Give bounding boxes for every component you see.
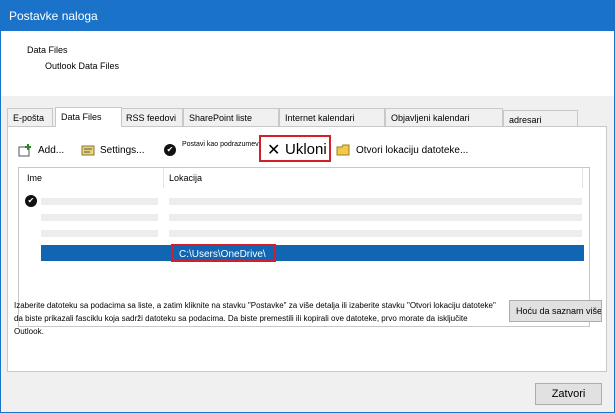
name-placeholder bbox=[41, 230, 158, 237]
add-button[interactable]: Add... bbox=[18, 141, 64, 159]
tab-email[interactable]: E-pošta bbox=[7, 108, 53, 126]
list-item[interactable] bbox=[19, 210, 589, 224]
window-title: Postavke naloga bbox=[9, 9, 98, 23]
name-placeholder bbox=[41, 198, 158, 205]
settings-icon bbox=[80, 143, 96, 157]
column-header-location[interactable]: Lokacija bbox=[169, 168, 202, 188]
tab-data-files[interactable]: Data Files bbox=[55, 107, 122, 127]
list-item[interactable]: ✔ bbox=[19, 194, 589, 208]
open-location-label: Otvori lokaciju datoteke... bbox=[356, 144, 469, 156]
check-icon: ✔ bbox=[164, 144, 176, 156]
add-file-icon bbox=[18, 143, 34, 157]
header-title: Data Files bbox=[27, 45, 68, 55]
learn-more-button[interactable]: Hoću da saznam više... bbox=[509, 300, 602, 322]
tab-rss-feeds[interactable]: RSS feedovi bbox=[120, 108, 183, 126]
settings-button[interactable]: Settings... bbox=[80, 141, 144, 159]
set-default-label: Postavi kao podrazumevano bbox=[182, 140, 271, 148]
selected-location: C:\Users\OneDrive\ bbox=[171, 244, 276, 262]
account-settings-window: Postavke naloga Data Files Outlook Data … bbox=[0, 0, 615, 413]
header-subtitle: Outlook Data Files bbox=[45, 61, 120, 71]
folder-icon bbox=[336, 143, 352, 157]
selected-row[interactable] bbox=[41, 245, 584, 261]
column-separator bbox=[163, 168, 164, 188]
open-location-button[interactable]: Otvori lokaciju datoteke... bbox=[336, 141, 468, 159]
list-item[interactable] bbox=[19, 226, 589, 240]
tab-published-calendars[interactable]: Objavljeni kalendari bbox=[385, 108, 503, 126]
tab-internet-calendars[interactable]: Internet kalendari bbox=[279, 108, 385, 126]
default-check-icon: ✔ bbox=[25, 195, 37, 207]
tab-sharepoint[interactable]: SharePoint liste bbox=[183, 108, 279, 126]
name-placeholder bbox=[41, 214, 158, 221]
location-placeholder bbox=[169, 198, 582, 205]
title-bar: Postavke naloga bbox=[1, 1, 614, 31]
data-files-panel: Add... Settings... ✔ Postavi kao podrazu… bbox=[7, 126, 607, 372]
close-x-icon: ✕ bbox=[267, 142, 281, 159]
remove-label: Ukloni bbox=[285, 141, 327, 158]
description-text: Izaberite datoteku sa podacima sa liste,… bbox=[14, 301, 496, 336]
column-header-name[interactable]: Ime bbox=[27, 168, 42, 188]
header-area: Data Files Outlook Data Files bbox=[1, 31, 614, 96]
set-default-button[interactable]: ✔ Postavi kao podrazumevano bbox=[164, 141, 270, 159]
column-separator-end bbox=[582, 168, 583, 188]
location-placeholder bbox=[169, 230, 582, 237]
add-label: Add... bbox=[38, 144, 65, 156]
close-button[interactable]: Zatvori bbox=[535, 383, 602, 405]
location-placeholder bbox=[169, 214, 582, 221]
settings-label: Settings... bbox=[100, 144, 145, 156]
remove-button[interactable]: ✕ Ukloni bbox=[259, 135, 331, 162]
